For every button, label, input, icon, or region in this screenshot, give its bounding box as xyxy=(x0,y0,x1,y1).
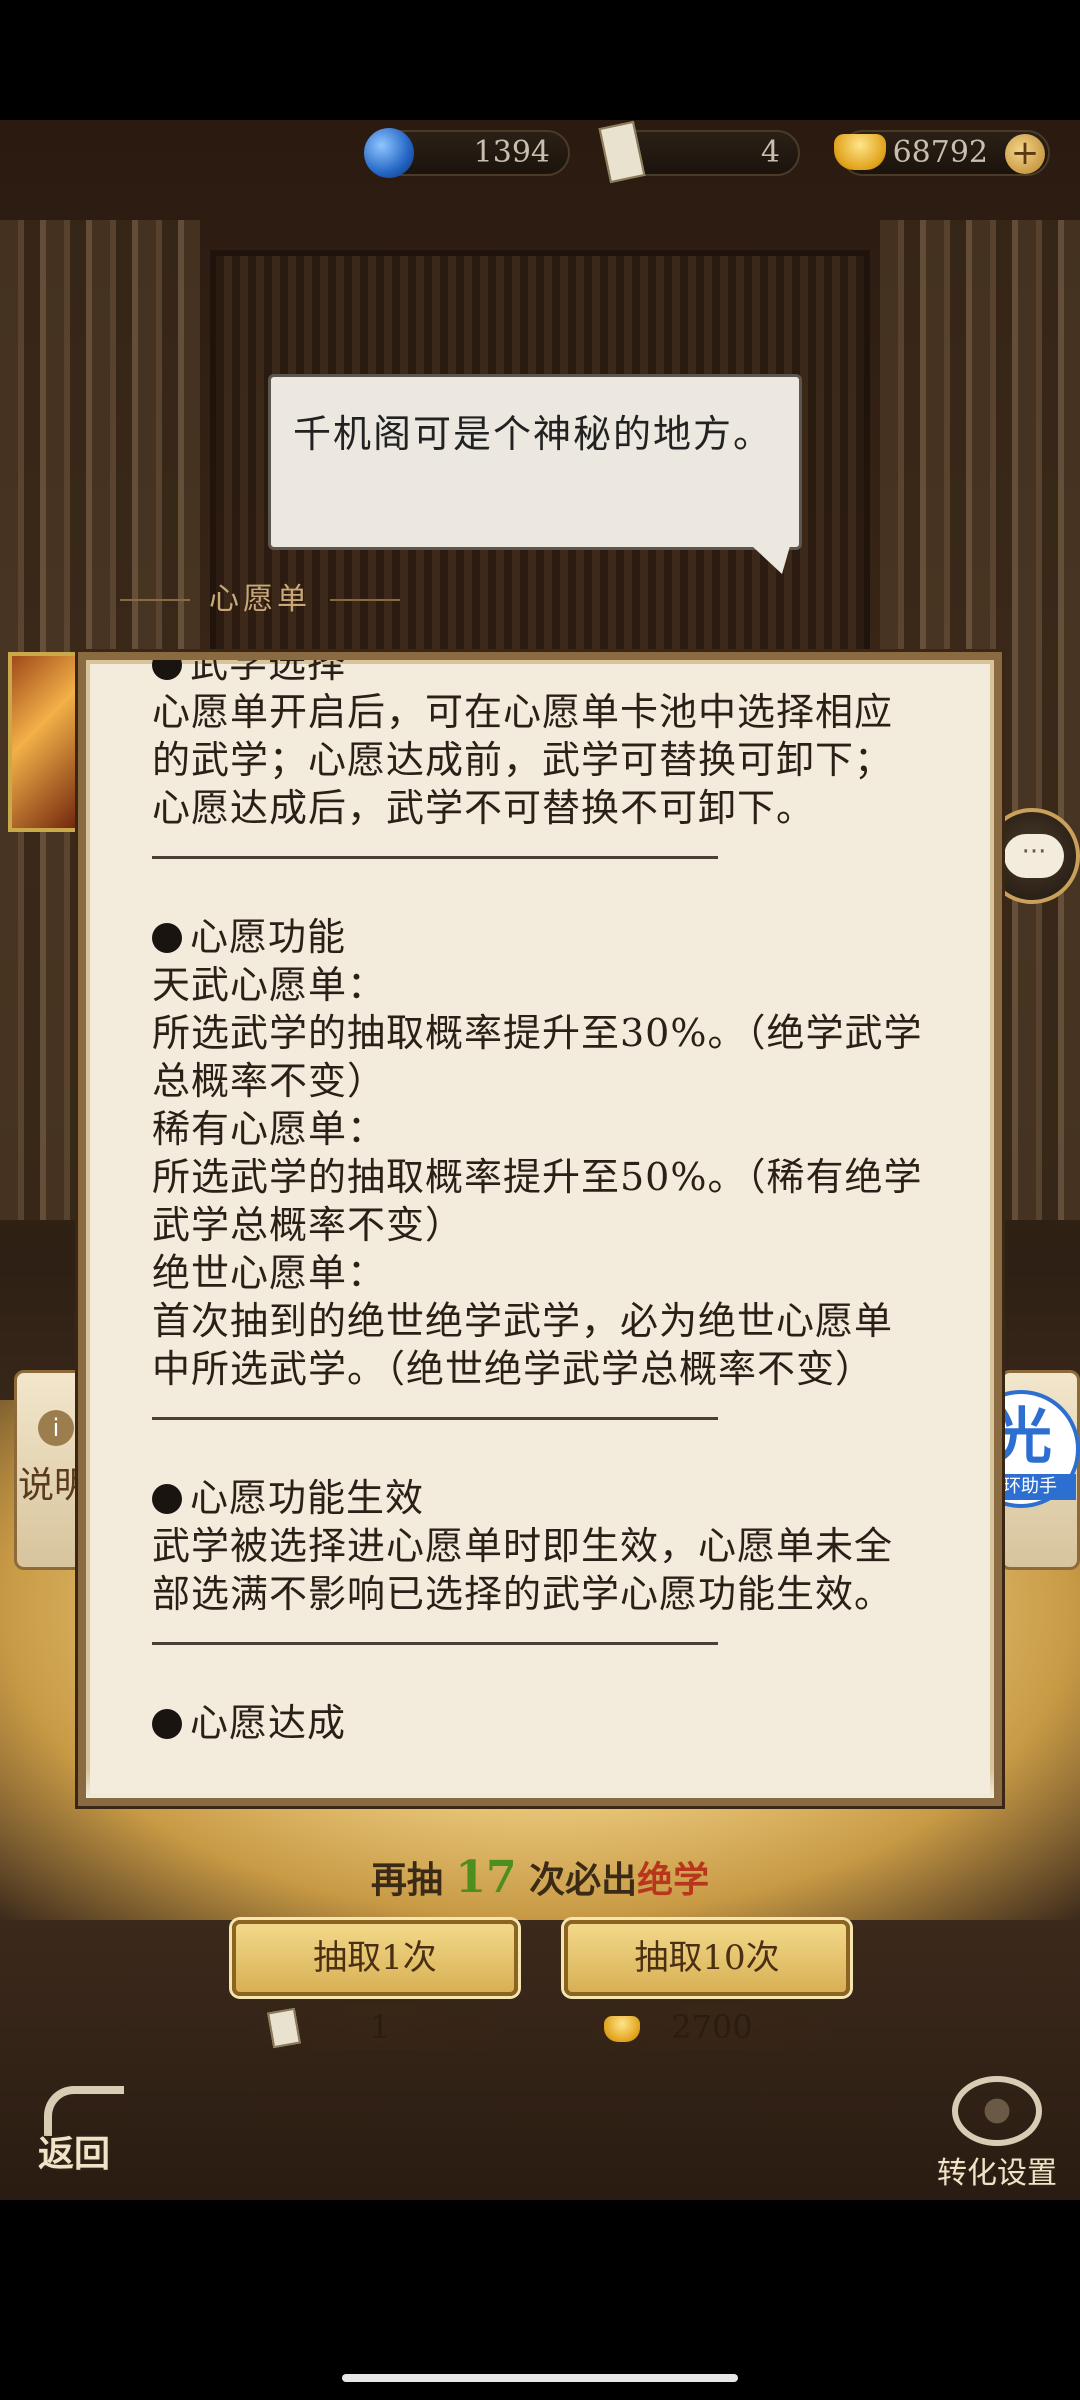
gold-ingot-icon xyxy=(834,134,886,170)
section-divider xyxy=(152,1417,718,1420)
section-text: 心愿单开启后，可在心愿单卡池中选择相应的武学；心愿达成前，武学可替换可卸下；心愿… xyxy=(152,690,894,830)
bullet-icon xyxy=(152,923,182,953)
wish-list-header: 心愿单 xyxy=(110,578,410,622)
section-title-selection: 武学选择 xyxy=(152,660,930,688)
add-currency-button[interactable]: + xyxy=(1005,134,1045,174)
section-text: 武学被选择进心愿单时即生效，心愿单未全部选满不影响已选择的武学心愿功能生效。 xyxy=(152,1524,894,1616)
back-button[interactable]: 返回 xyxy=(30,2086,140,2176)
modal-fade xyxy=(86,1768,994,1798)
home-indicator[interactable] xyxy=(342,2374,738,2382)
bullet-icon xyxy=(152,1709,182,1739)
section-divider xyxy=(152,1642,718,1645)
gear-icon xyxy=(952,2076,1042,2146)
draw-ten-button[interactable]: 抽取10次 xyxy=(564,1920,850,1996)
section-divider xyxy=(152,856,718,859)
ticket-icon xyxy=(267,2007,301,2049)
draw-once-button[interactable]: 抽取1次 xyxy=(232,1920,518,1996)
convert-settings-label: 转化设置 xyxy=(937,2156,1057,2191)
bullet-icon xyxy=(152,660,182,680)
info-icon: i xyxy=(38,1410,74,1446)
gold-ingot-icon xyxy=(604,2016,640,2042)
npc-speech-bubble: 千机阁可是个神秘的地方。 xyxy=(268,374,802,550)
section-text: 天武心愿单： xyxy=(152,963,387,1007)
chat-bubble-icon: ··· xyxy=(1004,834,1064,878)
status-bar xyxy=(0,0,1080,120)
globe-icon xyxy=(364,128,414,178)
section-text: 首次抽到的绝世绝学武学，必为绝世心愿单中所选武学。（绝世绝学武学总概率不变） xyxy=(152,1299,894,1391)
martial-art-card-thumbnail[interactable] xyxy=(8,652,88,832)
pity-counter: 再抽 17 次必出绝学 xyxy=(350,1850,730,1906)
section-text: 绝世心愿单： xyxy=(152,1251,387,1295)
section-title-achieve: 心愿达成 xyxy=(152,1699,930,1747)
rules-scroll-content[interactable]: 武学选择 心愿单开启后，可在心愿单卡池中选择相应的武学；心愿达成前，武学可替换可… xyxy=(86,660,994,1747)
pity-count: 17 xyxy=(455,1852,517,1903)
wish-rules-modal[interactable]: 武学选择 心愿单开启后，可在心愿单卡池中选择相应的武学；心愿达成前，武学可替换可… xyxy=(78,652,1002,1806)
speech-bubble-tail xyxy=(752,546,790,574)
back-label: 返回 xyxy=(38,2133,111,2175)
section-text: 稀有心愿单： xyxy=(152,1107,387,1151)
section-text: 所选武学的抽取概率提升至30%。（绝学武学总概率不变） xyxy=(152,1011,923,1103)
pity-prefix: 再抽 xyxy=(370,1859,443,1901)
pity-middle: 次必出 xyxy=(529,1859,638,1901)
section-title-function: 心愿功能 xyxy=(152,913,930,961)
convert-settings-button[interactable]: 转化设置 xyxy=(922,2076,1072,2191)
pity-target: 绝学 xyxy=(637,1859,710,1901)
bottom-bar xyxy=(0,2200,1080,2400)
section-text: 所选武学的抽取概率提升至50%。（稀有绝学武学总概率不变） xyxy=(152,1155,923,1247)
bullet-icon xyxy=(152,1484,182,1514)
section-title-effect: 心愿功能生效 xyxy=(152,1474,930,1522)
back-arrow-icon xyxy=(44,2086,124,2136)
